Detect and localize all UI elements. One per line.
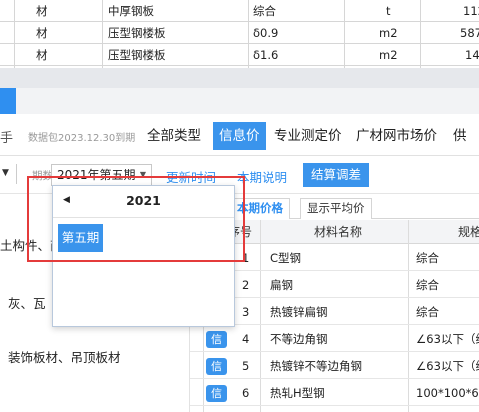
- header-spec[interactable]: 规格: [458, 220, 479, 244]
- table-row[interactable]: 信 4 不等边角钢 ∠63以下（综: [190, 326, 479, 352]
- material-name-cell: 热镀锌不等边角钢: [270, 359, 362, 373]
- period-option[interactable]: 第五期: [58, 224, 103, 252]
- type-cell: 材: [36, 26, 48, 40]
- seq-cell: 4: [242, 332, 250, 346]
- tab-market-price[interactable]: 广材网市场价: [350, 122, 443, 150]
- tree-item[interactable]: 灰、瓦: [8, 293, 46, 312]
- tab-info-price[interactable]: 信息价: [213, 122, 266, 150]
- info-badge: 信: [206, 385, 227, 402]
- tab-professional-price[interactable]: 专业测定价: [268, 122, 348, 150]
- seq-cell: 6: [242, 386, 250, 400]
- spec-cell: 综合: [416, 251, 439, 265]
- spec-cell: δ1.6: [253, 48, 279, 62]
- type-cell: 材: [36, 4, 48, 18]
- settle-adjust-button[interactable]: 结算调差: [303, 163, 369, 187]
- tab-supplier[interactable]: 供应: [447, 122, 479, 172]
- caret-down-icon[interactable]: ▼: [2, 168, 9, 178]
- material-name-cell: C型钢: [270, 251, 302, 265]
- period-label: 期数: [32, 170, 53, 182]
- panel-divider: [0, 68, 479, 88]
- table-row[interactable]: 材 压型钢楼板 δ0.9 m2 587: [0, 22, 479, 44]
- type-cell: 材: [36, 48, 48, 62]
- header-material-name[interactable]: 材料名称: [314, 220, 362, 244]
- price-type-tabs: 手 数据包2023.12.30到期 全部类型 信息价 专业测定价 广材网市场价 …: [0, 114, 479, 172]
- year-label: 2021: [126, 193, 161, 208]
- prev-year-icon[interactable]: ◀: [63, 195, 70, 205]
- seq-cell: 1: [242, 251, 250, 265]
- seq-cell: 2: [242, 278, 250, 292]
- unit-cell: t: [386, 4, 391, 18]
- table-row[interactable]: 信 6 热轧H型钢 100*100*6*8: [190, 380, 479, 406]
- chevron-down-icon: ▼: [139, 170, 146, 179]
- info-badge: 信: [206, 331, 227, 348]
- period-select[interactable]: 2021年第五期 ▼: [51, 164, 152, 186]
- name-cell: 压型钢楼板: [108, 48, 166, 62]
- spec-cell: 综合: [416, 305, 439, 319]
- table-row[interactable]: 材 中厚钢板 综合 t 112: [0, 0, 479, 22]
- period-note-link[interactable]: 本期说明: [237, 167, 287, 186]
- spec-cell: δ0.9: [253, 26, 279, 40]
- panel-title-bar: [16, 88, 479, 114]
- unit-cell: m2: [379, 26, 398, 40]
- tree-item[interactable]: 装饰板材、吊顶板材: [8, 347, 121, 366]
- tab-average-price[interactable]: 显示平均价: [300, 198, 372, 219]
- material-name-cell: 热轧H型钢: [270, 386, 325, 400]
- table-row[interactable]: 材 压型钢楼板 δ1.6 m2 14: [0, 44, 479, 66]
- price-cell: 14: [465, 48, 479, 62]
- tab-all-types[interactable]: 全部类型: [141, 122, 207, 150]
- period-picker-popup: 2021 ◀ 第五期: [52, 185, 235, 327]
- spec-cell: ∠63以下（综: [416, 359, 479, 373]
- period-select-value: 2021年第五期: [57, 168, 136, 182]
- package-expiry-text: 数据包2023.12.30到期: [28, 133, 136, 144]
- seq-cell: 5: [242, 359, 250, 373]
- material-name-cell: 热镀锌扁钢: [270, 305, 328, 319]
- material-name-cell: 扁钢: [270, 278, 293, 292]
- price-cell: 112: [463, 4, 479, 18]
- info-badge: 信: [206, 358, 227, 375]
- divider: [16, 164, 17, 184]
- price-cell: 587: [460, 26, 479, 40]
- top-material-table: 材 中厚钢板 综合 t 112 材 压型钢楼板 δ0.9 m2 587 材 压型…: [0, 0, 479, 68]
- spec-cell: 100*100*6*8: [416, 386, 479, 400]
- name-cell: 压型钢楼板: [108, 26, 166, 40]
- spec-cell: ∠63以下（综: [416, 332, 479, 346]
- table-row[interactable]: 信 5 热镀锌不等边角钢 ∠63以下（综: [190, 353, 479, 379]
- material-name-cell: 不等边角钢: [270, 332, 328, 346]
- unit-cell: m2: [379, 48, 398, 62]
- tab-current-price[interactable]: 本期价格: [230, 198, 290, 219]
- panel-tab[interactable]: [0, 88, 16, 114]
- seq-cell: 3: [242, 305, 250, 319]
- year-header: 2021 ◀: [53, 186, 234, 218]
- spec-cell: 综合: [416, 278, 439, 292]
- name-cell: 中厚钢板: [108, 4, 154, 18]
- spec-cell: 综合: [253, 4, 276, 18]
- update-time-link[interactable]: 更新时间: [166, 167, 216, 186]
- toolbar-fragment: 手: [0, 131, 14, 146]
